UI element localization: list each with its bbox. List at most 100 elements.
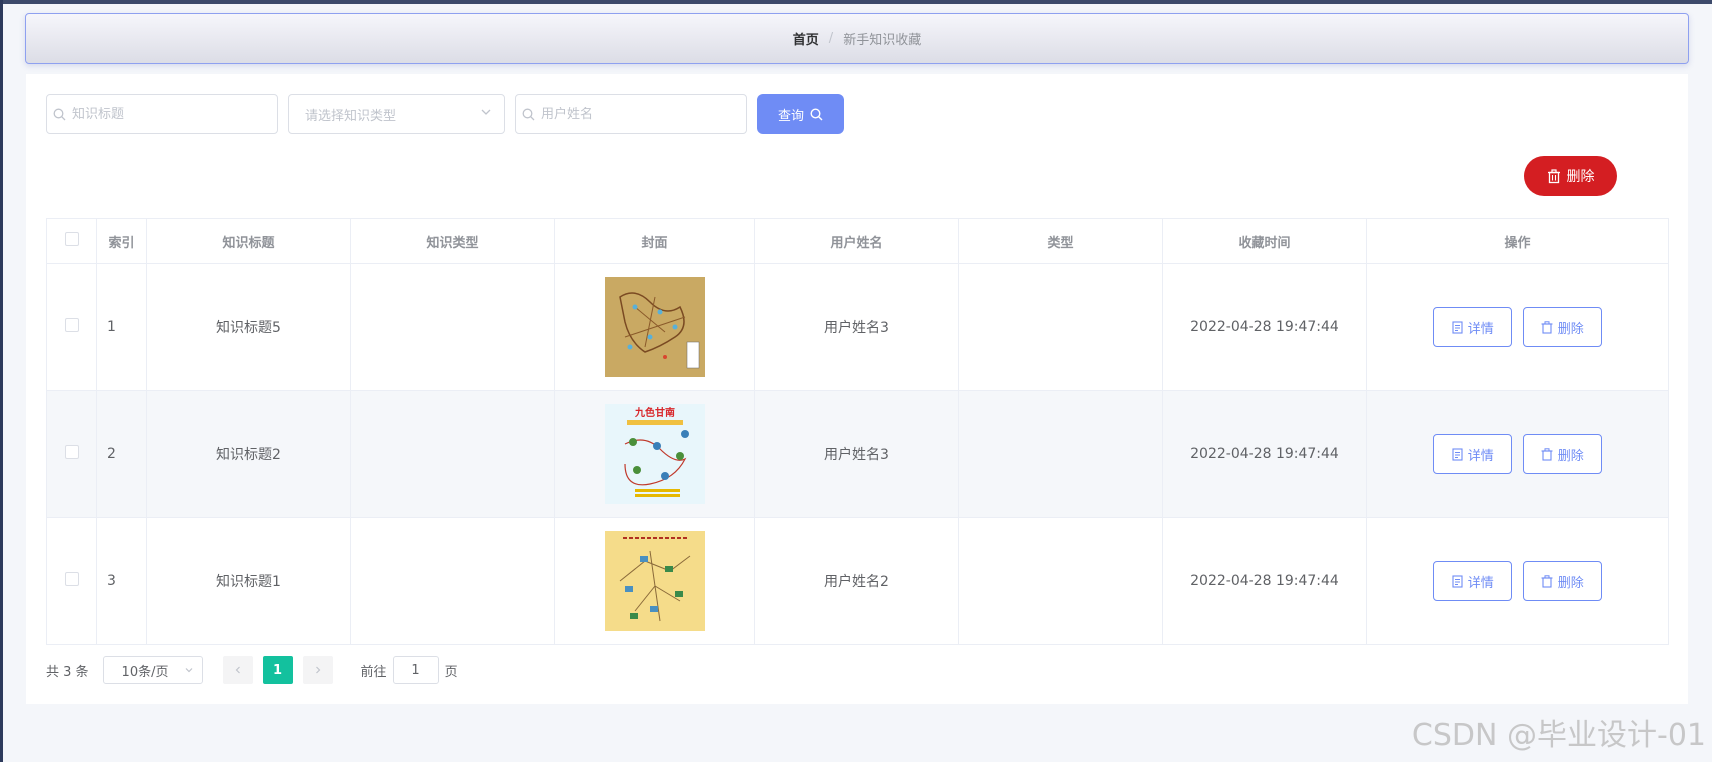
query-button-label: 查询: [777, 107, 804, 123]
trash-icon: [1541, 447, 1553, 461]
delete-button[interactable]: 删除: [1522, 434, 1602, 474]
pagination: 共 3 条 10条/页 1 前往 页: [46, 655, 458, 685]
goto-prefix: 前往: [360, 664, 387, 680]
row-index: 1: [96, 263, 147, 391]
header-type: 类型: [958, 218, 1163, 264]
row-title: 知识标题5: [146, 263, 351, 391]
document-icon: [1452, 447, 1463, 461]
row-select[interactable]: [46, 263, 97, 391]
trash-icon: [1541, 320, 1553, 334]
goto-page-input[interactable]: [392, 656, 439, 684]
row-checkbox[interactable]: [64, 572, 79, 586]
chevron-right-icon: [315, 666, 320, 674]
row-select[interactable]: [46, 390, 97, 518]
delete-button[interactable]: 删除: [1522, 307, 1602, 347]
header-title: 知识标题: [146, 218, 351, 264]
row-checkbox[interactable]: [64, 318, 79, 332]
row-cover: 九色甘南: [554, 390, 755, 518]
search-icon: [47, 108, 72, 121]
header-index: 索引: [96, 218, 147, 264]
goto-suffix: 页: [444, 664, 458, 680]
detail-button[interactable]: 详情: [1433, 561, 1513, 601]
query-button[interactable]: 查询: [757, 94, 844, 134]
row-user-name: 用户姓名3: [754, 263, 959, 391]
document-icon: [1452, 574, 1463, 588]
row-collect-time: 2022-04-28 19:47:44: [1162, 390, 1367, 518]
row-title: 知识标题2: [146, 390, 351, 518]
window-left-edge: [0, 0, 3, 762]
title-search-input[interactable]: [71, 106, 277, 122]
chevron-down-icon: [480, 106, 492, 122]
window-top-edge: [0, 0, 1712, 4]
pagination-total: 共 3 条: [46, 664, 89, 680]
header-user-name: 用户姓名: [754, 218, 959, 264]
row-actions: 详情 删除: [1366, 517, 1669, 645]
trash-icon: [1547, 168, 1560, 183]
select-all-checkbox[interactable]: [64, 232, 79, 246]
row-cover: [554, 517, 755, 645]
page-size-select[interactable]: 10条/页: [102, 656, 203, 684]
detail-button-label: 详情: [1467, 575, 1494, 591]
delete-button[interactable]: 删除: [1522, 561, 1602, 601]
page-size-value: 10条/页: [121, 664, 169, 680]
header-collect-time: 收藏时间: [1162, 218, 1367, 264]
table-header-row: 索引 知识标题 知识类型 封面 用户姓名 类型 收藏时间 操作: [46, 218, 1669, 264]
detail-button[interactable]: 详情: [1433, 434, 1513, 474]
row-type: [958, 517, 1163, 645]
breadcrumb-current: 新手知识收藏: [843, 33, 922, 48]
batch-delete-button[interactable]: 删除: [1524, 156, 1617, 196]
table-row: 2 知识标题2 九色甘南 用户姓名3 2022-04-28 19:47:44 详…: [46, 390, 1669, 518]
header-actions: 操作: [1366, 218, 1669, 264]
trash-icon: [1541, 574, 1553, 588]
knowledge-type-placeholder: 请选择知识类型: [305, 108, 397, 124]
detail-button-label: 详情: [1467, 448, 1494, 464]
collection-table: 索引 知识标题 知识类型 封面 用户姓名 类型 收藏时间 操作 1 知识标题5: [46, 218, 1669, 645]
breadcrumb: 首页 / 新手知识收藏: [25, 13, 1689, 64]
row-collect-time: 2022-04-28 19:47:44: [1162, 517, 1367, 645]
row-collect-time: 2022-04-28 19:47:44: [1162, 263, 1367, 391]
cover-image-map[interactable]: [604, 277, 705, 377]
detail-button[interactable]: 详情: [1433, 307, 1513, 347]
search-icon: [516, 108, 541, 121]
knowledge-type-select[interactable]: 请选择知识类型: [288, 94, 505, 134]
row-select[interactable]: [46, 517, 97, 645]
watermark: CSDN @毕业设计-01: [1411, 718, 1706, 753]
search-icon: [810, 107, 823, 120]
user-search-input[interactable]: [540, 106, 746, 122]
row-index: 2: [96, 390, 147, 518]
table-row: 3 知识标题1 用户姓名2 2022-04-28 19:47:44 详情 删除: [46, 517, 1669, 645]
document-icon: [1452, 320, 1463, 334]
cover-image-travel-map[interactable]: [604, 531, 705, 631]
breadcrumb-separator: /: [828, 31, 834, 46]
detail-button-label: 详情: [1467, 321, 1494, 337]
row-checkbox[interactable]: [64, 445, 79, 459]
row-type: [958, 390, 1163, 518]
row-cover: [554, 263, 755, 391]
breadcrumb-home[interactable]: 首页: [793, 29, 819, 48]
user-search-field[interactable]: [515, 94, 747, 134]
row-title: 知识标题1: [146, 517, 351, 645]
row-type: [958, 263, 1163, 391]
cover-image-route-map[interactable]: 九色甘南: [604, 404, 705, 504]
header-select-all[interactable]: [46, 218, 97, 264]
page-number-current[interactable]: 1: [262, 656, 293, 684]
row-user-name: 用户姓名2: [754, 517, 959, 645]
title-search-field[interactable]: [46, 94, 278, 134]
chevron-left-icon: [235, 666, 240, 674]
table-row: 1 知识标题5 用户姓名3 2022-04-28 19:47:44 详情 删除: [46, 263, 1669, 391]
svg-text:九色甘南: 九色甘南: [634, 406, 675, 419]
row-knowledge-type: [350, 517, 555, 645]
next-page-button[interactable]: [302, 656, 333, 684]
row-index: 3: [96, 517, 147, 645]
row-knowledge-type: [350, 390, 555, 518]
batch-delete-label: 删除: [1566, 169, 1595, 185]
row-actions: 详情 删除: [1366, 390, 1669, 518]
header-knowledge-type: 知识类型: [350, 218, 555, 264]
chevron-down-icon: [185, 668, 192, 673]
prev-page-button[interactable]: [222, 656, 253, 684]
delete-button-label: 删除: [1557, 321, 1584, 337]
row-actions: 详情 删除: [1366, 263, 1669, 391]
row-knowledge-type: [350, 263, 555, 391]
delete-button-label: 删除: [1557, 448, 1584, 464]
row-user-name: 用户姓名3: [754, 390, 959, 518]
